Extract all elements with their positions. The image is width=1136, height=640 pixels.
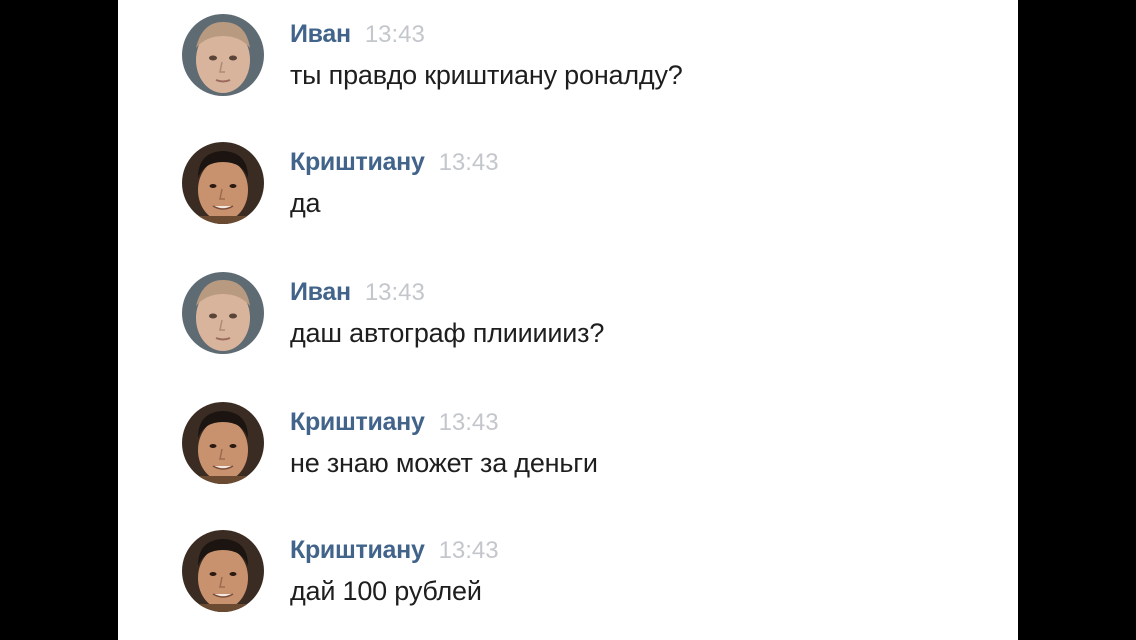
message-text: ты правдо криштиану роналду? [290,60,683,90]
message-header: Криштиану 13:43 [290,408,499,437]
message-text: дай 100 рублей [290,576,482,606]
author-name[interactable]: Криштиану [290,148,425,176]
chat-message: Иван 13:43 ты правдо криштиану роналду? [182,14,942,104]
message-time: 13:43 [364,21,425,48]
man-avatar[interactable] [182,142,264,224]
boy-avatar[interactable] [182,14,264,96]
chat-message: Криштиану 13:43 дай 100 рублей [182,530,942,620]
author-name[interactable]: Криштиану [290,408,425,436]
boy-avatar[interactable] [182,272,264,354]
chat-message: Криштиану 13:43 не знаю может за деньги [182,402,942,492]
message-header: Криштиану 13:43 [290,536,499,565]
author-name[interactable]: Иван [290,278,351,306]
message-header: Иван 13:43 [290,278,425,307]
message-header: Криштиану 13:43 [290,148,499,177]
chat-message: Криштиану 13:43 да [182,142,942,232]
message-time: 13:43 [438,409,499,436]
author-name[interactable]: Криштиану [290,536,425,564]
chat-message: Иван 13:43 даш автограф плиииииз? [182,272,942,362]
author-name[interactable]: Иван [290,20,351,48]
message-text: даш автограф плиииииз? [290,318,605,348]
man-avatar[interactable] [182,530,264,612]
message-text: да [290,188,321,218]
message-time: 13:43 [438,537,499,564]
message-text: не знаю может за деньги [290,448,598,478]
message-time: 13:43 [438,149,499,176]
message-time: 13:43 [364,279,425,306]
chat-history[interactable]: Иван 13:43 ты правдо криштиану роналду? [118,0,1018,640]
man-avatar[interactable] [182,402,264,484]
screen: Иван 13:43 ты правдо криштиану роналду? [0,0,1136,640]
message-header: Иван 13:43 [290,20,425,49]
